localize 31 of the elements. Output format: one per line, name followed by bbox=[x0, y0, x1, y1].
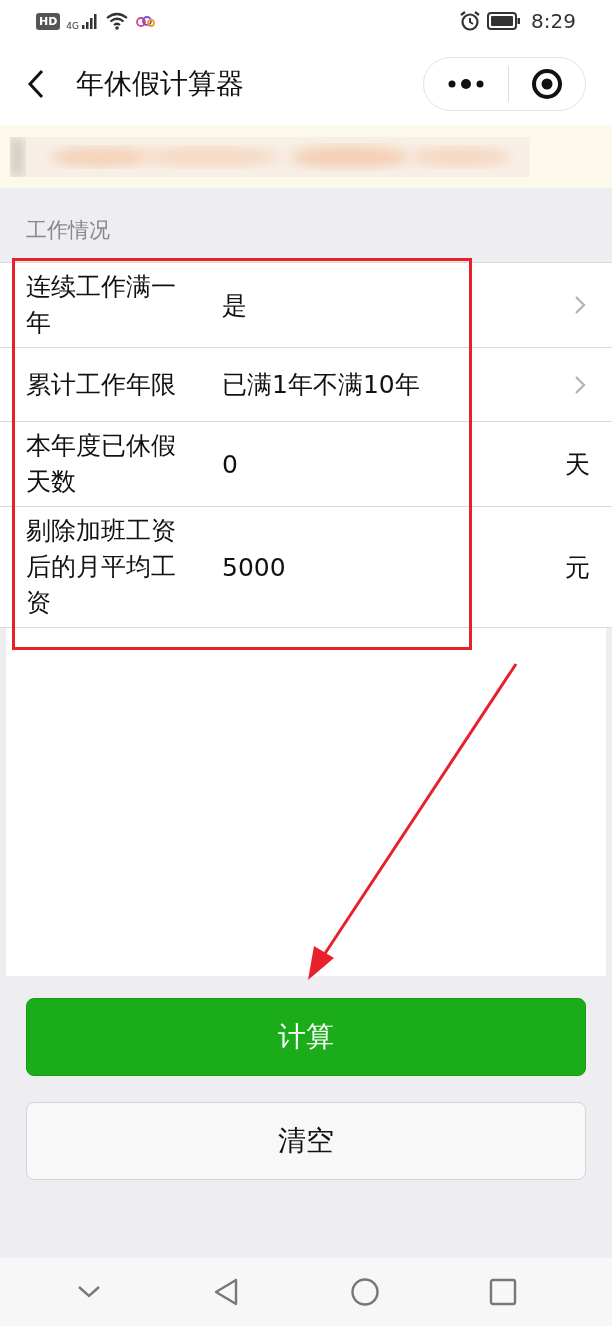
row-label: 连续工作满一年 bbox=[26, 271, 177, 339]
chevron-icon bbox=[574, 295, 586, 315]
form-row[interactable]: 连续工作满一年 是 bbox=[0, 263, 612, 348]
wifi-icon bbox=[105, 12, 130, 30]
section-title: 工作情况 bbox=[25, 217, 111, 244]
row-value: 0 bbox=[222, 449, 239, 479]
hd-badge: HD bbox=[36, 12, 61, 30]
home-icon[interactable] bbox=[349, 1277, 380, 1307]
signal-icon bbox=[81, 12, 100, 30]
clock-time: 8:29 bbox=[531, 9, 576, 33]
chevron-icon bbox=[574, 374, 586, 395]
row-label: 剔除加班工资后的月平均工资 bbox=[26, 515, 177, 619]
row-value: 已满1年不满10年 bbox=[222, 369, 421, 401]
row-label: 累计工作年限 bbox=[26, 368, 177, 401]
row-value: 是 bbox=[222, 289, 248, 322]
alarm-icon bbox=[459, 10, 482, 32]
network-label: 4G bbox=[66, 21, 80, 31]
form-row[interactable]: 本年度已休假天数 0 天 bbox=[0, 422, 612, 507]
recent-apps-icon[interactable] bbox=[489, 1278, 518, 1306]
unit-label: 天 bbox=[565, 448, 590, 481]
battery-icon bbox=[487, 12, 522, 30]
row-value: 5000 bbox=[222, 552, 287, 582]
form-row[interactable]: 累计工作年限 已满1年不满10年 bbox=[0, 348, 612, 422]
close-target-icon[interactable] bbox=[531, 67, 563, 100]
more-icon[interactable] bbox=[446, 77, 486, 90]
back-icon[interactable] bbox=[26, 67, 46, 100]
unit-label: 元 bbox=[565, 551, 590, 584]
clear-button[interactable]: 清空 bbox=[26, 1102, 586, 1180]
row-label: 本年度已休假天数 bbox=[26, 430, 177, 498]
page-title: 年休假计算器 bbox=[76, 65, 245, 102]
app-logo-icon bbox=[135, 14, 156, 28]
